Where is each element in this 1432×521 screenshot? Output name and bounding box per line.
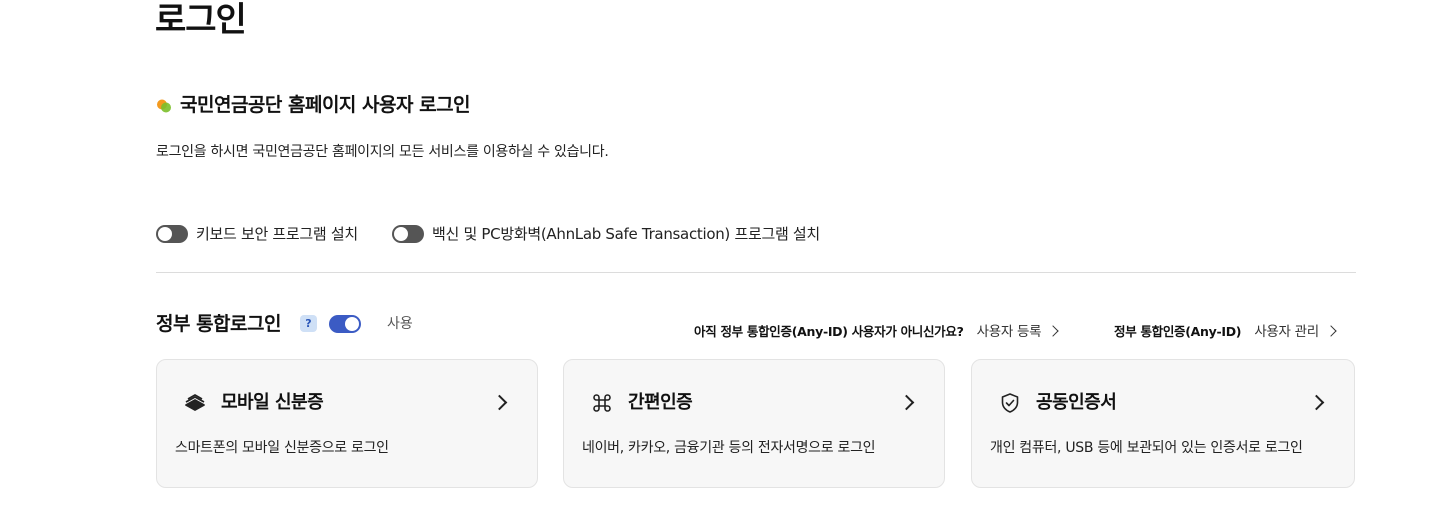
card-description: 개인 컴퓨터, USB 등에 보관되어 있는 인증서로 로그인 bbox=[990, 440, 1303, 456]
card-title: 간편인증 bbox=[628, 392, 693, 413]
antivirus-label[interactable]: 백신 및 PC방화벽(AhnLab Safe Transaction) 프로그램… bbox=[432, 224, 820, 244]
card-title: 공동인증서 bbox=[1036, 392, 1117, 413]
antivirus-toggle[interactable] bbox=[392, 225, 424, 243]
shield-check-icon bbox=[998, 391, 1022, 415]
command-key-icon bbox=[590, 391, 614, 415]
register-link[interactable]: 사용자 등록 bbox=[976, 324, 1059, 340]
section-title: 국민연금공단 홈페이지 사용자 로그인 bbox=[180, 94, 471, 116]
gov-login-toggle[interactable] bbox=[329, 315, 361, 333]
card-description: 네이버, 카카오, 금융기관 등의 전자서명으로 로그인 bbox=[582, 440, 876, 456]
leaf-dot-icon bbox=[156, 98, 172, 114]
card-description: 스마트폰의 모바일 신분증으로 로그인 bbox=[175, 440, 389, 456]
chevron-right-icon bbox=[1047, 325, 1059, 337]
simple-auth-card[interactable]: 간편인증 네이버, 카카오, 금융기관 등의 전자서명으로 로그인 bbox=[563, 359, 945, 488]
chevron-right-icon bbox=[491, 394, 508, 411]
chevron-right-icon bbox=[1308, 394, 1325, 411]
keyboard-security-toggle[interactable] bbox=[156, 225, 188, 243]
page-title: 로그인 bbox=[155, 0, 247, 40]
mobile-id-card[interactable]: 모바일 신분증 스마트폰의 모바일 신분증으로 로그인 bbox=[156, 359, 538, 488]
help-icon[interactable]: ? bbox=[300, 315, 317, 332]
chevron-right-icon bbox=[1325, 325, 1337, 337]
manage-link-label: 사용자 관리 bbox=[1254, 324, 1319, 340]
certificate-card[interactable]: 공동인증서 개인 컴퓨터, USB 등에 보관되어 있는 인증서로 로그인 bbox=[971, 359, 1355, 488]
manage-link[interactable]: 사용자 관리 bbox=[1254, 324, 1337, 340]
manage-prefix: 정부 통합인증(Any-ID) bbox=[1114, 324, 1242, 339]
keyboard-security-label[interactable]: 키보드 보안 프로그램 설치 bbox=[196, 224, 358, 244]
gov-login-use-label: 사용 bbox=[387, 316, 413, 332]
chevron-right-icon bbox=[898, 394, 915, 411]
register-link-label: 사용자 등록 bbox=[976, 324, 1042, 340]
gov-login-title: 정부 통합로그인 bbox=[156, 313, 281, 335]
section-description: 로그인을 하시면 국민연금공단 홈페이지의 모든 서비스를 이용하실 수 있습니… bbox=[156, 144, 609, 160]
divider bbox=[156, 272, 1356, 273]
id-card-stack-icon bbox=[183, 391, 207, 415]
card-title: 모바일 신분증 bbox=[221, 392, 324, 413]
register-question: 아직 정부 통합인증(Any-ID) 사용자가 아니신가요? bbox=[694, 324, 964, 339]
